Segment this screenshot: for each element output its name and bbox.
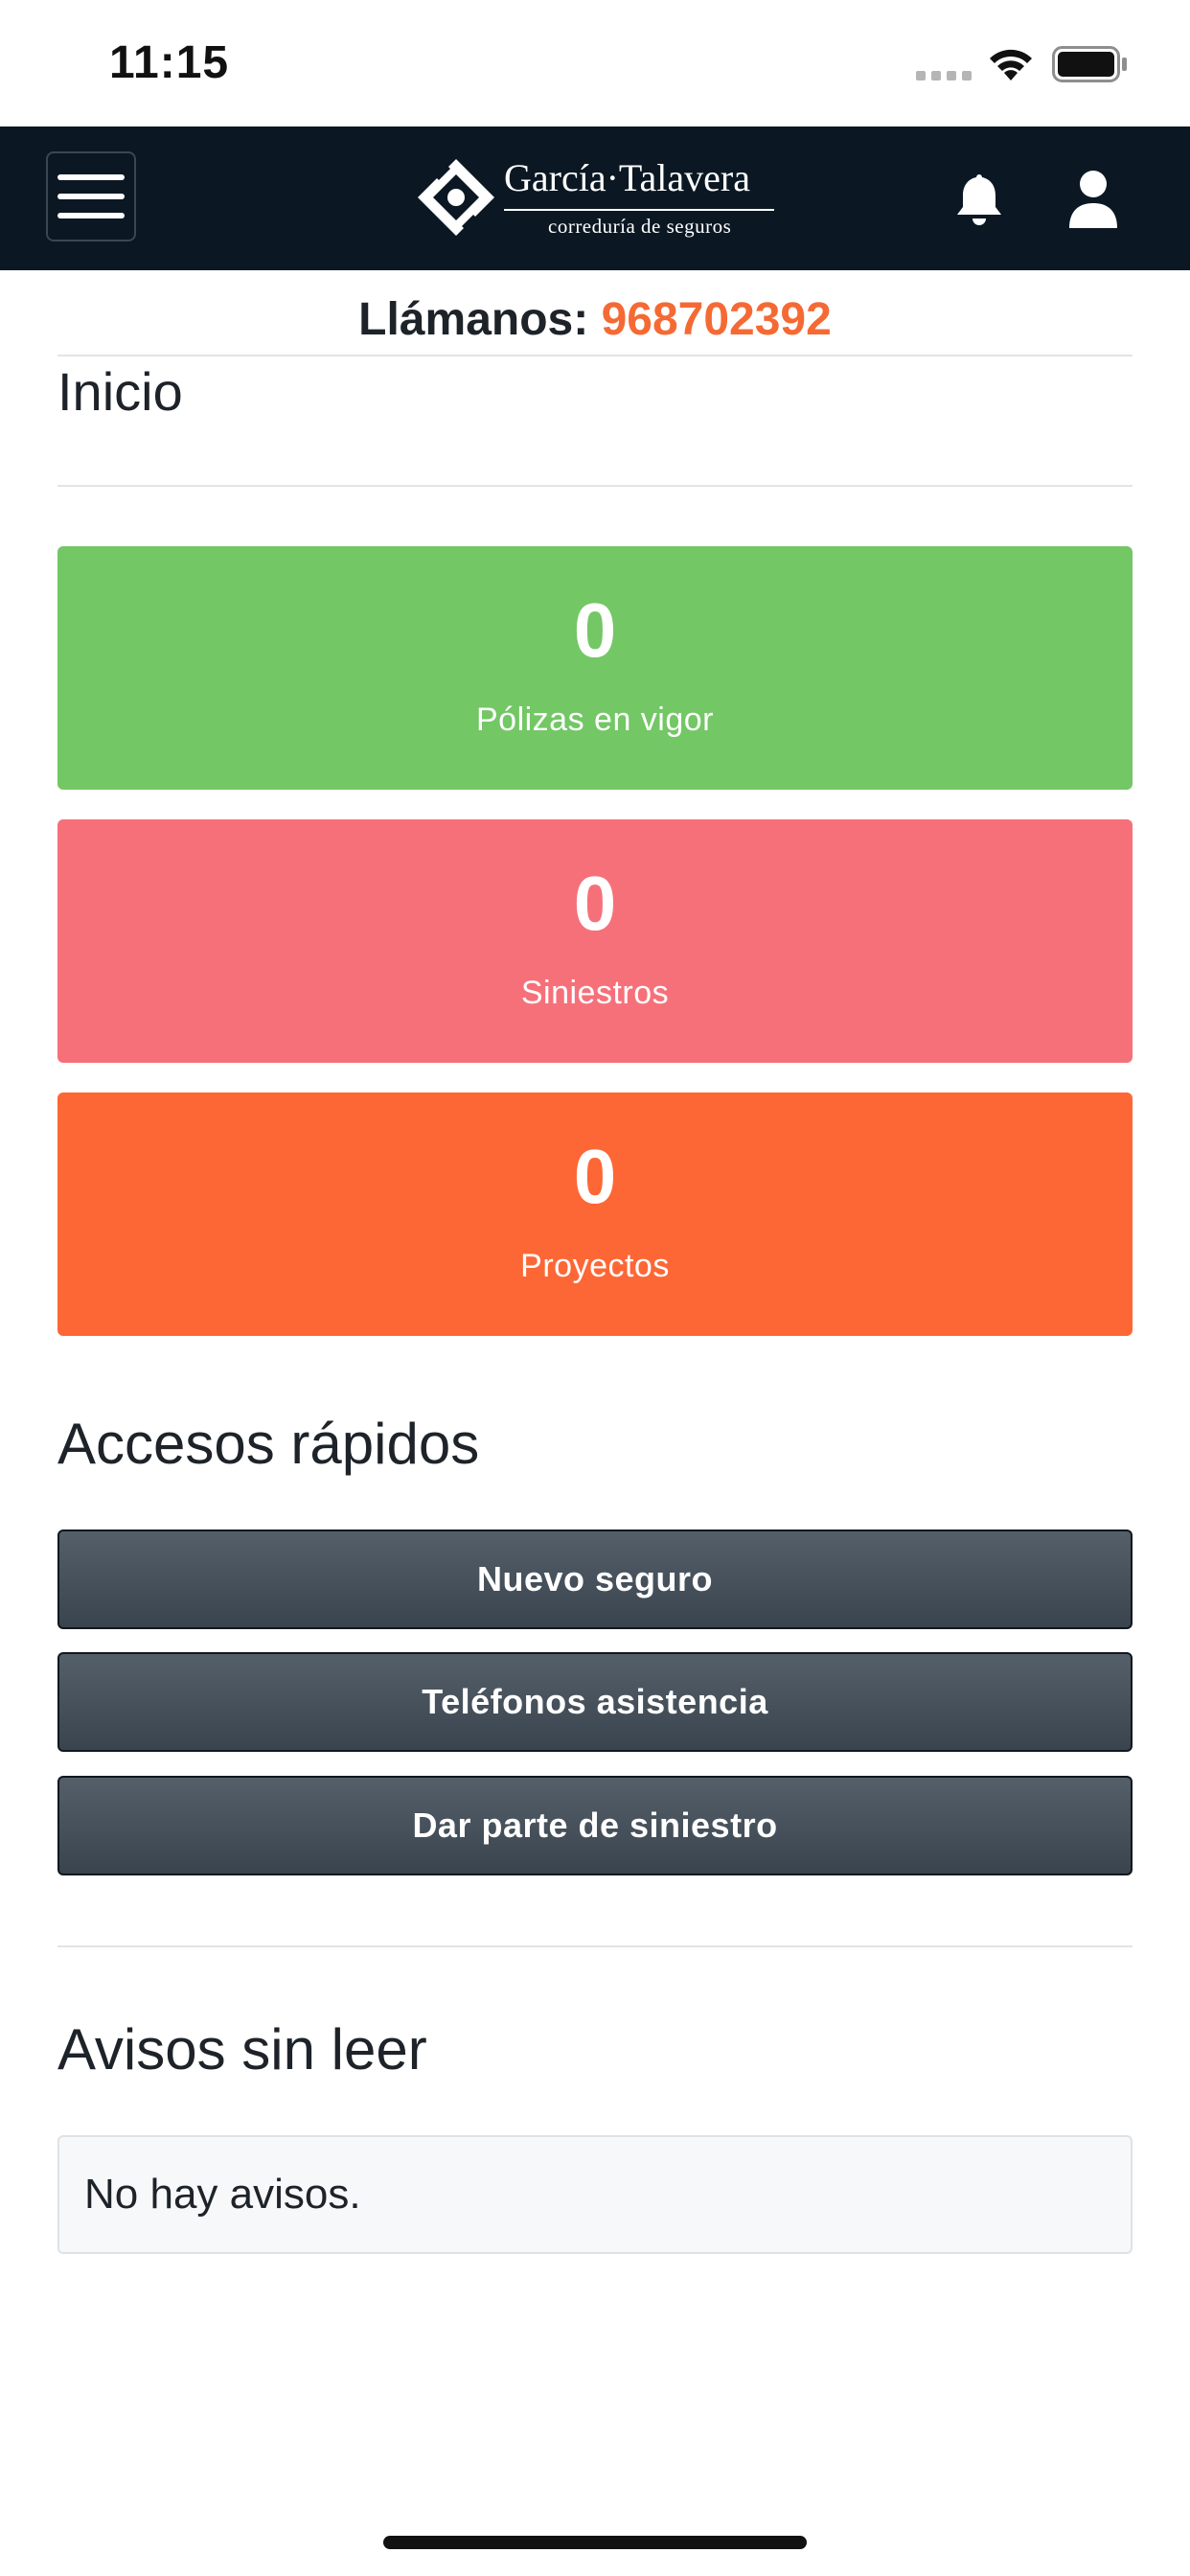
notifications-bell-icon[interactable] bbox=[949, 169, 1010, 230]
stat-value: 0 bbox=[573, 861, 617, 946]
phone-link[interactable]: 968702392 bbox=[602, 294, 832, 345]
top-navbar: García·Talavera correduría de seguros bbox=[0, 126, 1190, 270]
assistance-phones-button[interactable]: Teléfonos asistencia bbox=[57, 1652, 1133, 1752]
call-us-line: Llámanos: 968702392 bbox=[0, 293, 1190, 346]
claims-card[interactable]: 0 Siniestros bbox=[57, 819, 1133, 1063]
logo-name: García·Talavera bbox=[504, 156, 750, 199]
status-time: 11:15 bbox=[109, 37, 230, 88]
stat-value: 0 bbox=[573, 1134, 617, 1219]
logo-subtitle: correduría de seguros bbox=[548, 215, 732, 238]
policies-card[interactable]: 0 Pólizas en vigor bbox=[57, 546, 1133, 790]
quick-access-title: Accesos rápidos bbox=[57, 1412, 480, 1476]
unread-notices-title: Avisos sin leer bbox=[57, 2017, 427, 2082]
hamburger-icon bbox=[57, 174, 125, 180]
stat-label: Proyectos bbox=[520, 1248, 670, 1284]
brand-logo[interactable]: García·Talavera correduría de seguros bbox=[414, 153, 778, 242]
call-us-label: Llámanos: bbox=[358, 294, 589, 345]
logo-divider bbox=[504, 209, 774, 211]
report-claim-button[interactable]: Dar parte de siniestro bbox=[57, 1776, 1133, 1875]
status-bar: 11:15 bbox=[0, 0, 1190, 126]
new-insurance-button[interactable]: Nuevo seguro bbox=[57, 1530, 1133, 1629]
page-title: Inicio bbox=[57, 361, 183, 422]
stat-label: Siniestros bbox=[520, 975, 670, 1011]
wifi-icon bbox=[990, 49, 1032, 80]
notices-empty-text: No hay avisos. bbox=[84, 2171, 361, 2218]
projects-card[interactable]: 0 Proyectos bbox=[57, 1092, 1133, 1336]
menu-button[interactable] bbox=[46, 151, 136, 242]
divider bbox=[57, 355, 1133, 356]
divider bbox=[57, 1945, 1133, 1947]
logo-emblem-icon bbox=[418, 159, 494, 236]
notices-empty-box: No hay avisos. bbox=[57, 2135, 1133, 2254]
home-indicator[interactable] bbox=[383, 2536, 807, 2549]
battery-icon bbox=[1052, 46, 1127, 82]
stat-value: 0 bbox=[573, 587, 617, 673]
divider bbox=[57, 485, 1133, 487]
user-profile-icon[interactable] bbox=[1065, 169, 1121, 230]
stat-label: Pólizas en vigor bbox=[475, 702, 714, 738]
cellular-signal-icon bbox=[916, 71, 972, 80]
